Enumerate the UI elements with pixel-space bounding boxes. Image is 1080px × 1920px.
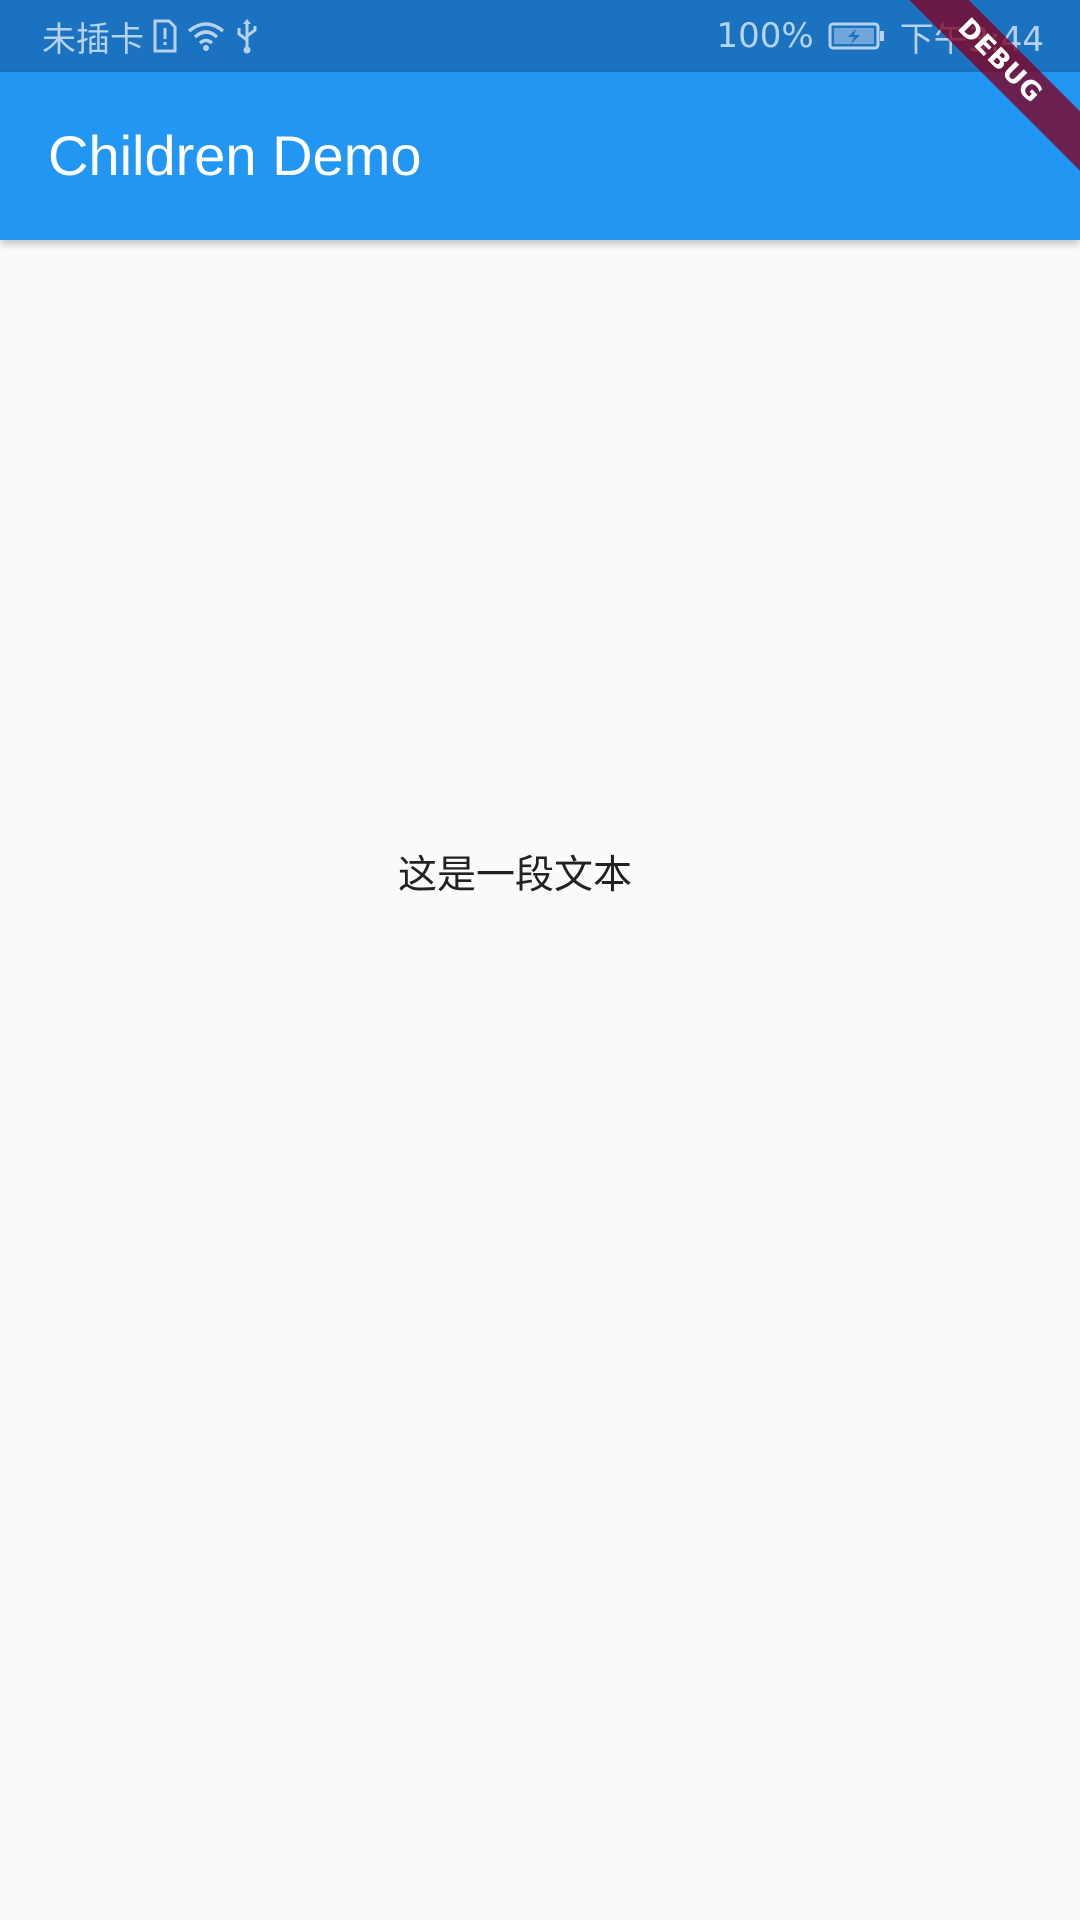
carrier-label: 未插卡 <box>42 19 144 60</box>
app-bar: Children Demo <box>0 72 1080 240</box>
content-area: 这是一段文本 <box>0 240 1080 1920</box>
wifi-icon <box>186 19 226 53</box>
status-left: 未插卡 <box>42 0 260 72</box>
app-title: Children Demo <box>48 124 422 187</box>
status-time: 下午3:44 <box>899 19 1044 60</box>
body-text: 这是一段文本 <box>397 853 632 898</box>
battery-percent: 100% <box>716 16 814 56</box>
battery-charging-icon <box>828 21 886 51</box>
status-right: 100% 下午3:44 <box>716 0 1044 72</box>
status-bar: 未插卡 100% 下午3:44 <box>0 0 1080 72</box>
sim-alert-icon <box>152 19 178 53</box>
usb-icon <box>234 18 260 54</box>
